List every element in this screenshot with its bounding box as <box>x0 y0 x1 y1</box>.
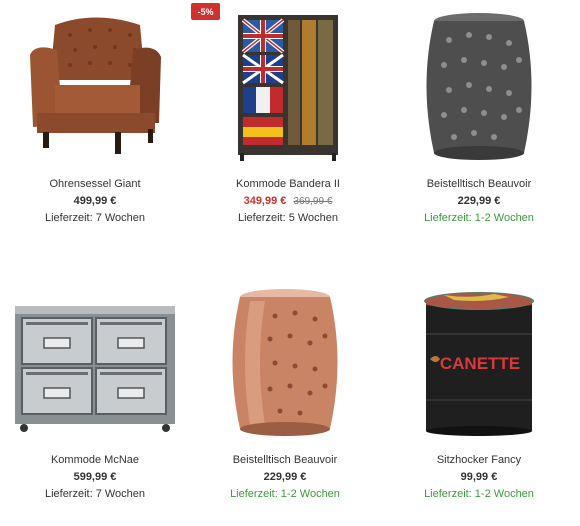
barrel-brand-text: CANETTE <box>440 354 520 373</box>
product-price-row: 229,99 € <box>384 195 574 207</box>
product-card[interactable]: Beistelltisch Beauvoir 229,99 € Lieferze… <box>190 276 380 526</box>
product-name[interactable]: Kommode McNae <box>0 454 190 466</box>
delivery-time: Lieferzeit: 1-2 Wochen <box>230 488 340 500</box>
delivery-time: Lieferzeit: 7 Wochen <box>44 212 146 224</box>
product-price: 99,99 € <box>460 471 498 483</box>
product-price-row: 349,99 € 369,99 € <box>193 195 383 207</box>
delivery-time: Lieferzeit: 1-2 Wochen <box>424 212 534 224</box>
product-grid: Ohrensessel Giant 499,99 € Lieferzeit: 7… <box>0 0 580 522</box>
product-price: 599,99 € <box>73 471 117 483</box>
product-price: 349,99 € <box>243 195 287 207</box>
delivery-time: Lieferzeit: 7 Wochen <box>44 488 146 500</box>
discount-badge: -5% <box>191 3 220 20</box>
product-price: 499,99 € <box>73 195 117 207</box>
delivery-time: Lieferzeit: 5 Wochen <box>237 212 339 224</box>
product-old-price: 369,99 € <box>293 196 333 207</box>
product-price-row: 229,99 € <box>190 471 380 483</box>
product-price: 229,99 € <box>457 195 501 207</box>
product-card[interactable]: CANETTE Sitzhocker Fancy 99,99 € Lieferz… <box>384 276 574 526</box>
product-card[interactable]: Beistelltisch Beauvoir 229,99 € Lieferze… <box>384 0 574 250</box>
product-card[interactable]: Kommode Bandera II 349,99 € 369,99 € Lie… <box>193 0 383 250</box>
product-name[interactable]: Kommode Bandera II <box>193 178 383 190</box>
metal-side-table-image[interactable] <box>384 0 574 170</box>
product-name[interactable]: Sitzhocker Fancy <box>384 454 574 466</box>
product-card[interactable]: Ohrensessel Giant 499,99 € Lieferzeit: 7… <box>0 0 190 250</box>
product-price-row: 99,99 € <box>384 471 574 483</box>
copper-side-table-image[interactable] <box>190 276 380 446</box>
flag-dresser-image[interactable] <box>193 0 383 170</box>
delivery-time: Lieferzeit: 1-2 Wochen <box>424 488 534 500</box>
product-price-row: 499,99 € <box>0 195 190 207</box>
product-name[interactable]: Beistelltisch Beauvoir <box>384 178 574 190</box>
barrel-stool-image[interactable]: CANETTE <box>384 276 574 446</box>
product-card[interactable]: Kommode McNae 599,99 € Lieferzeit: 7 Woc… <box>0 276 190 526</box>
drawer-cabinet-image[interactable] <box>0 276 190 446</box>
armchair-image[interactable] <box>0 0 190 170</box>
product-name[interactable]: Ohrensessel Giant <box>0 178 190 190</box>
product-name[interactable]: Beistelltisch Beauvoir <box>190 454 380 466</box>
product-price-row: 599,99 € <box>0 471 190 483</box>
product-price: 229,99 € <box>263 471 307 483</box>
